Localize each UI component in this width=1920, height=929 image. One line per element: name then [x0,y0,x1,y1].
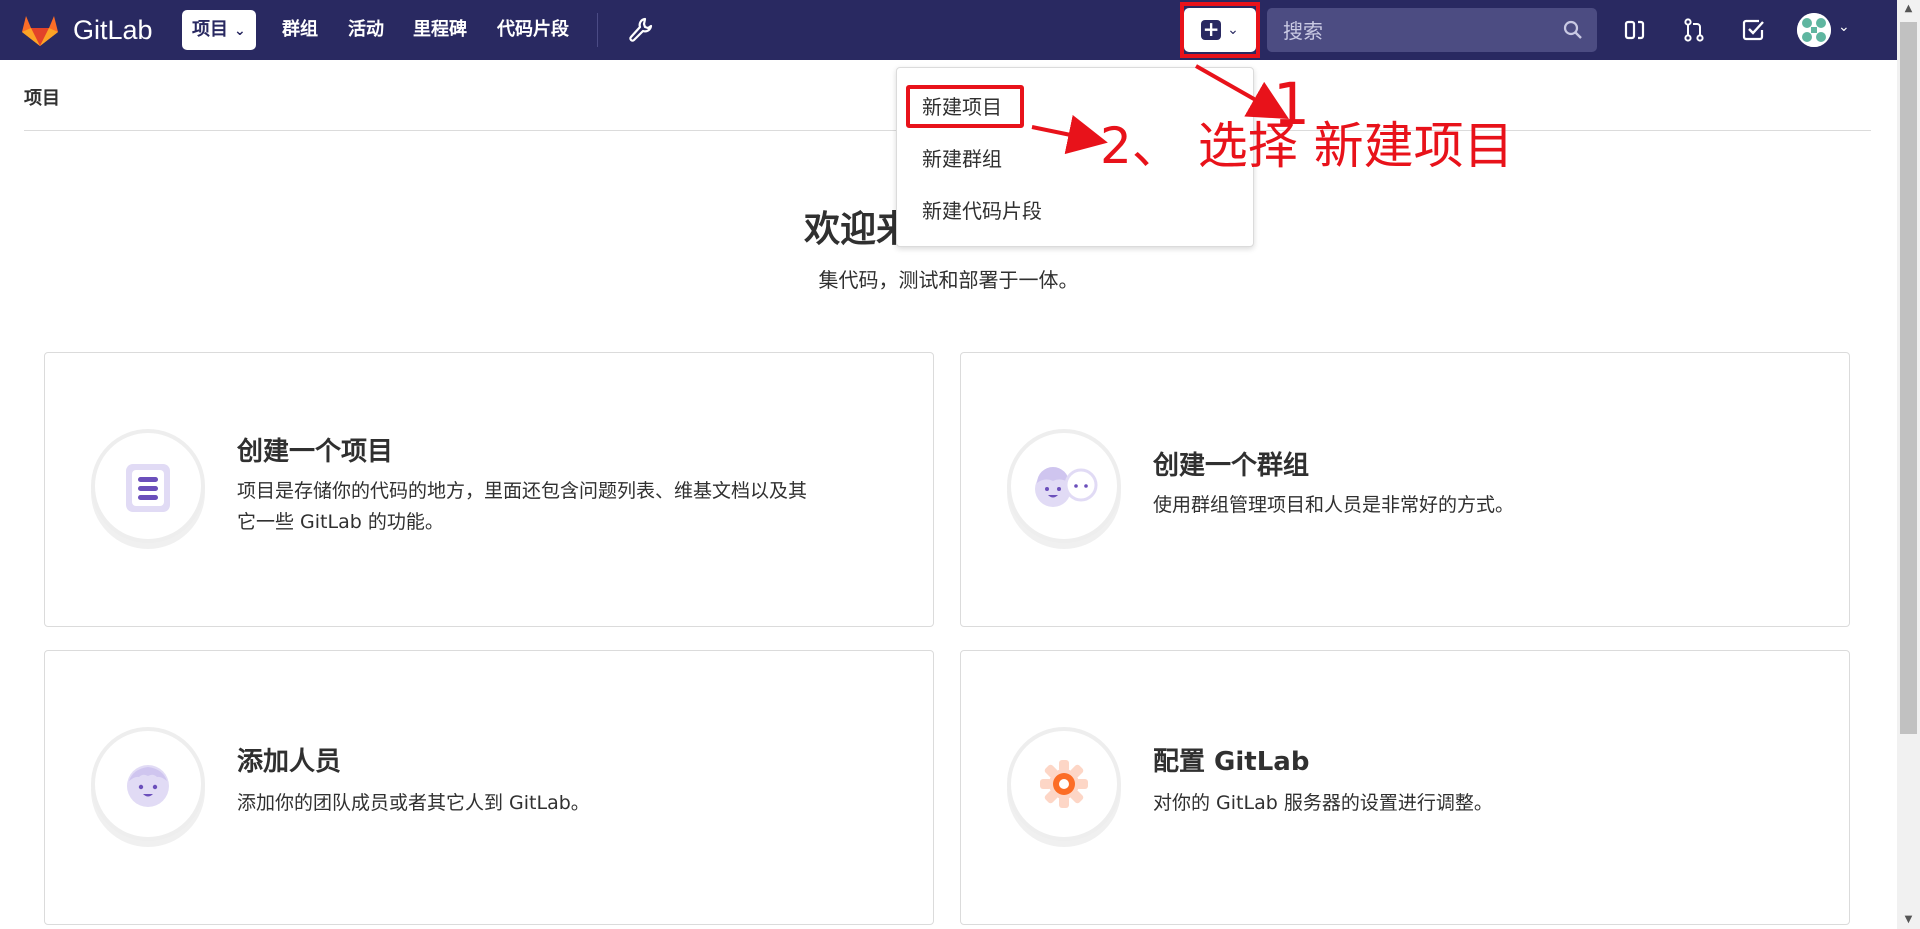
nav-snippets[interactable]: 代码片段 [487,10,579,50]
nav-projects-dropdown[interactable]: 项目 ⌄ [182,10,256,50]
nav-divider [597,13,598,47]
user-avatar[interactable] [1797,13,1831,47]
todo-checkbox-icon[interactable] [1739,16,1767,44]
scroll-down-arrow-icon[interactable]: ▼ [1897,911,1920,929]
search-box[interactable] [1267,8,1597,54]
annotation-highlight-new-project [906,85,1024,128]
card-description-line2: 它一些 GitLab 的功能。 [237,511,444,533]
chevron-down-icon: ⌄ [1227,22,1239,38]
plus-square-icon: + [1201,17,1222,41]
card-configure-gitlab[interactable]: 配置 GitLab 对你的 GitLab 服务器的设置进行调整。 [960,650,1850,925]
person-icon [91,727,205,841]
card-add-people[interactable]: 添加人员 添加你的团队成员或者其它人到 GitLab。 [44,650,934,925]
card-description-line1: 使用群组管理项目和人员是非常好的方式。 [1153,494,1515,516]
brand-name[interactable]: GitLab [73,14,153,46]
top-navbar: GitLab 项目 ⌄ 群组 活动 里程碑 代码片段 + ⌄ 搜索 ⌄ [0,0,1897,60]
card-description-line1: 添加你的团队成员或者其它人到 GitLab。 [237,792,590,814]
nav-projects-label: 项目 [192,19,228,40]
card-title: 添加人员 [237,747,342,777]
project-icon [91,429,205,543]
group-icon [1007,429,1121,543]
card-create-project[interactable]: 创建一个项目 项目是存储你的代码的地方，里面还包含问题列表、维基文档以及其 它一… [44,352,934,627]
scroll-up-arrow-icon[interactable]: ▲ [1897,0,1920,18]
gitlab-logo-icon[interactable] [22,13,58,47]
nav-groups[interactable]: 群组 [272,10,328,50]
breadcrumb[interactable]: 项目 [24,84,60,110]
issues-board-icon[interactable] [1621,16,1649,44]
dropdown-item-new-snippet[interactable]: 新建代码片段 [922,196,1042,226]
annotation-step-2: 2、 选择 新建项目 [1100,117,1514,175]
search-input[interactable] [1281,8,1555,54]
card-description-line1: 项目是存储你的代码的地方，里面还包含问题列表、维基文档以及其 [237,480,808,502]
chevron-down-icon: ⌄ [234,23,246,39]
dropdown-item-new-group[interactable]: 新建群组 [922,144,1002,174]
admin-wrench-icon[interactable] [627,17,653,43]
welcome-subtitle: 集代码，测试和部署于一体。 [818,268,1079,292]
nav-milestones[interactable]: 里程碑 [403,10,477,50]
scrollbar-thumb[interactable] [1900,22,1917,734]
chevron-down-icon[interactable]: ⌄ [1838,19,1850,35]
search-icon [1563,20,1582,39]
merge-request-icon[interactable] [1680,16,1708,44]
nav-activity[interactable]: 活动 [338,10,394,50]
card-title: 创建一个群组 [1153,451,1310,481]
card-title: 配置 GitLab [1153,747,1310,777]
card-title: 创建一个项目 [237,437,394,467]
settings-gear-icon [1007,727,1121,841]
new-item-dropdown-button[interactable]: + ⌄ [1184,8,1256,52]
card-description-line1: 对你的 GitLab 服务器的设置进行调整。 [1153,792,1493,814]
card-create-group[interactable]: 创建一个群组 使用群组管理项目和人员是非常好的方式。 [960,352,1850,627]
